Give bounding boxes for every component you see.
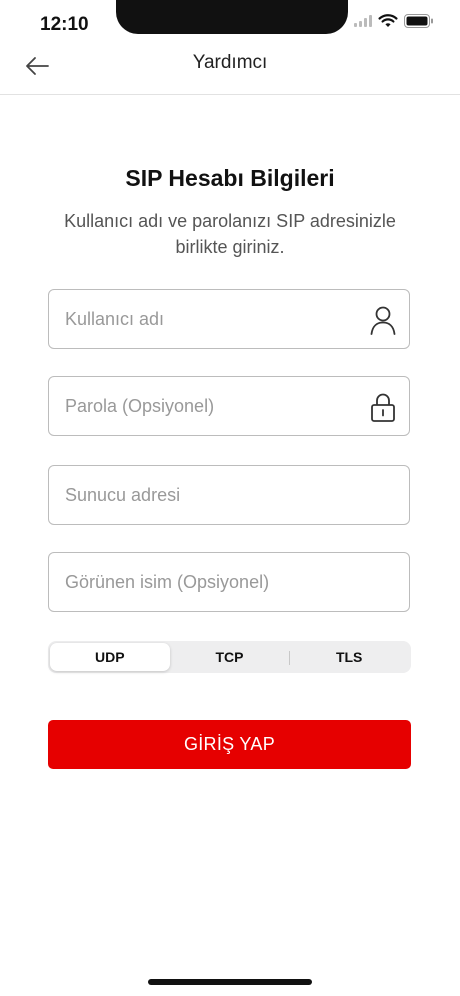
wifi-icon <box>378 14 398 28</box>
password-input[interactable] <box>49 377 409 435</box>
nav-title: Yardımcı <box>192 52 268 73</box>
status-time: 12:10 <box>40 14 89 35</box>
status-icons <box>354 14 434 28</box>
segment-tcp[interactable]: TCP <box>170 643 290 671</box>
device-notch <box>116 0 348 34</box>
transport-segmented-control: UDP TCP TLS <box>48 641 411 673</box>
nav-bar: Yardımcı <box>0 38 460 95</box>
segment-udp[interactable]: UDP <box>50 643 170 671</box>
username-field <box>48 289 410 349</box>
home-indicator <box>148 979 312 985</box>
form-description: Kullanıcı adı ve parolanızı SIP adresini… <box>64 211 396 257</box>
form-title: SIP Hesabı Bilgileri <box>125 165 335 191</box>
server-address-input[interactable] <box>49 466 409 524</box>
server-field <box>48 465 410 525</box>
username-input[interactable] <box>49 290 409 348</box>
user-icon <box>369 305 397 335</box>
signal-icon <box>354 15 372 27</box>
display-name-field <box>48 552 410 612</box>
password-field <box>48 376 410 436</box>
lock-icon <box>369 392 397 422</box>
display-name-input[interactable] <box>49 553 409 611</box>
segment-tls[interactable]: TLS <box>289 643 409 671</box>
battery-icon <box>404 14 434 28</box>
login-button[interactable]: GİRİŞ YAP <box>48 720 411 769</box>
